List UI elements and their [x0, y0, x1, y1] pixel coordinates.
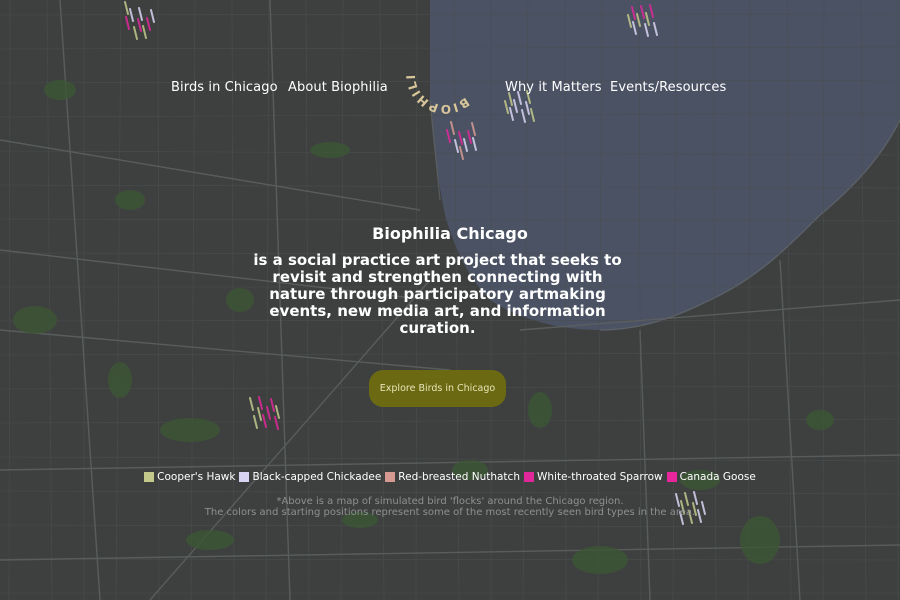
biophilia-chicago-logo[interactable]: BIOPHILIA CHICAGO: [394, 19, 490, 120]
legend-swatch: [523, 472, 534, 482]
hero-description: is a social practice art project that se…: [253, 251, 622, 337]
nav-why-it-matters[interactable]: Why it Matters: [505, 80, 602, 95]
legend-swatch: [385, 472, 396, 482]
legend-label: Canada Goose: [679, 471, 756, 483]
legend-item: Red-breasted Nuthatch: [385, 471, 520, 483]
legend-item: Canada Goose: [666, 471, 756, 483]
page: Birds in Chicago About Biophilia BIOPHIL…: [0, 0, 900, 600]
legend-item: Cooper's Hawk: [144, 471, 235, 483]
legend-item: White-throated Sparrow: [523, 471, 663, 483]
legend-item: Black-capped Chickadee: [239, 471, 381, 483]
footnote-line-1: *Above is a map of simulated bird 'flock…: [276, 496, 624, 507]
hero-title: Biophilia Chicago: [372, 224, 528, 243]
svg-text:BIOPHILIA CHICAGO: BIOPHILIA CHICAGO: [400, 30, 472, 116]
nav-birds-in-chicago[interactable]: Birds in Chicago: [171, 80, 278, 95]
map-footnote: *Above is a map of simulated bird 'flock…: [0, 496, 900, 518]
legend-label: Red-breasted Nuthatch: [398, 471, 520, 483]
bird-legend: Cooper's Hawk Black-capped Chickadee Red-b…: [0, 471, 900, 483]
nav-about-biophilia[interactable]: About Biophilia: [288, 80, 388, 95]
nav-events-resources[interactable]: Events/Resources: [610, 80, 726, 95]
legend-swatch: [144, 472, 155, 482]
legend-label: White-throated Sparrow: [536, 471, 663, 483]
legend-label: Cooper's Hawk: [157, 471, 236, 483]
legend-label: Black-capped Chickadee: [252, 471, 382, 483]
footnote-line-2: The colors and starting positions repres…: [204, 507, 696, 518]
logo-circle-text: BIOPHILIA CHICAGO: [394, 19, 472, 116]
legend-swatch: [239, 472, 250, 482]
explore-birds-button[interactable]: Explore Birds in Chicago: [369, 370, 506, 407]
legend-swatch: [666, 472, 677, 482]
